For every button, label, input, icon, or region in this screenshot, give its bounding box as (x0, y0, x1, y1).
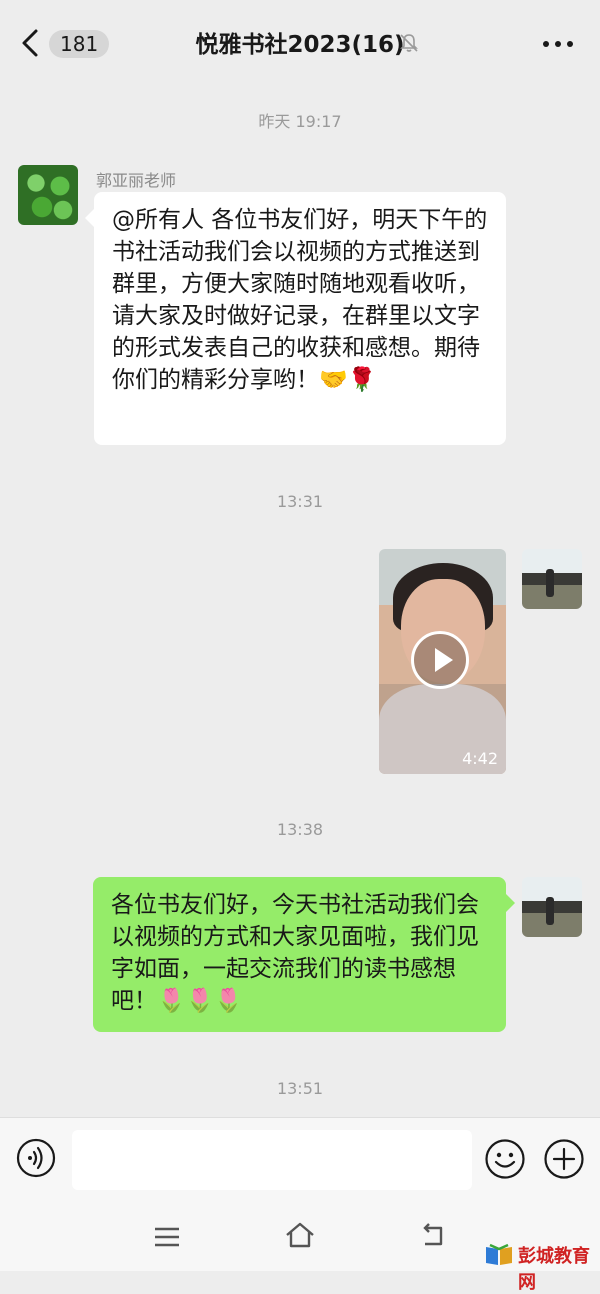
message-bubble-incoming[interactable]: @所有人 各位书友们好，明天下午的书社活动我们会以视频的方式推送到群里，方便大家… (85, 192, 506, 445)
timestamp: 13:31 (276, 492, 324, 511)
message-text: @所有人 各位书友们好，明天下午的书社活动我们会以视频的方式推送到群里，方便大家… (112, 207, 488, 393)
voice-icon[interactable] (16, 1138, 56, 1178)
timestamp: 13:38 (276, 820, 324, 839)
bubble-tail (506, 894, 515, 912)
video-duration: 4:42 (462, 749, 498, 768)
message-input[interactable] (72, 1130, 472, 1190)
avatar[interactable] (18, 165, 78, 225)
sender-name: 郭亚丽老师 (96, 171, 177, 190)
avatar[interactable] (522, 877, 582, 937)
timestamp: 昨天 19:17 (258, 112, 342, 131)
avatar[interactable] (522, 549, 582, 609)
message-bubble-outgoing[interactable]: 各位书友们好，今天书社活动我们会以视频的方式和大家见面啦，我们见字如面，一起交流… (93, 877, 515, 1032)
plus-icon[interactable] (543, 1138, 585, 1180)
watermark-logo (486, 1243, 512, 1265)
back-icon[interactable] (419, 1222, 447, 1250)
watermark-text: 彭城教育网 (518, 1246, 590, 1293)
bubble-tail (85, 209, 94, 227)
bell-muted-icon (400, 34, 418, 52)
timestamp: 13:51 (276, 1079, 324, 1098)
more-dots-icon[interactable] (542, 38, 574, 50)
menu-icon[interactable] (153, 1225, 181, 1249)
message-text: 各位书友们好，今天书社活动我们会以视频的方式和大家见面啦，我们见字如面，一起交流… (111, 892, 479, 1014)
chat-title: 悦雅书社2023(16) (195, 32, 405, 58)
play-icon[interactable] (411, 631, 469, 689)
emoji-icon[interactable] (484, 1138, 526, 1180)
video-message[interactable]: 4:42 (379, 549, 506, 774)
home-icon[interactable] (284, 1221, 316, 1249)
